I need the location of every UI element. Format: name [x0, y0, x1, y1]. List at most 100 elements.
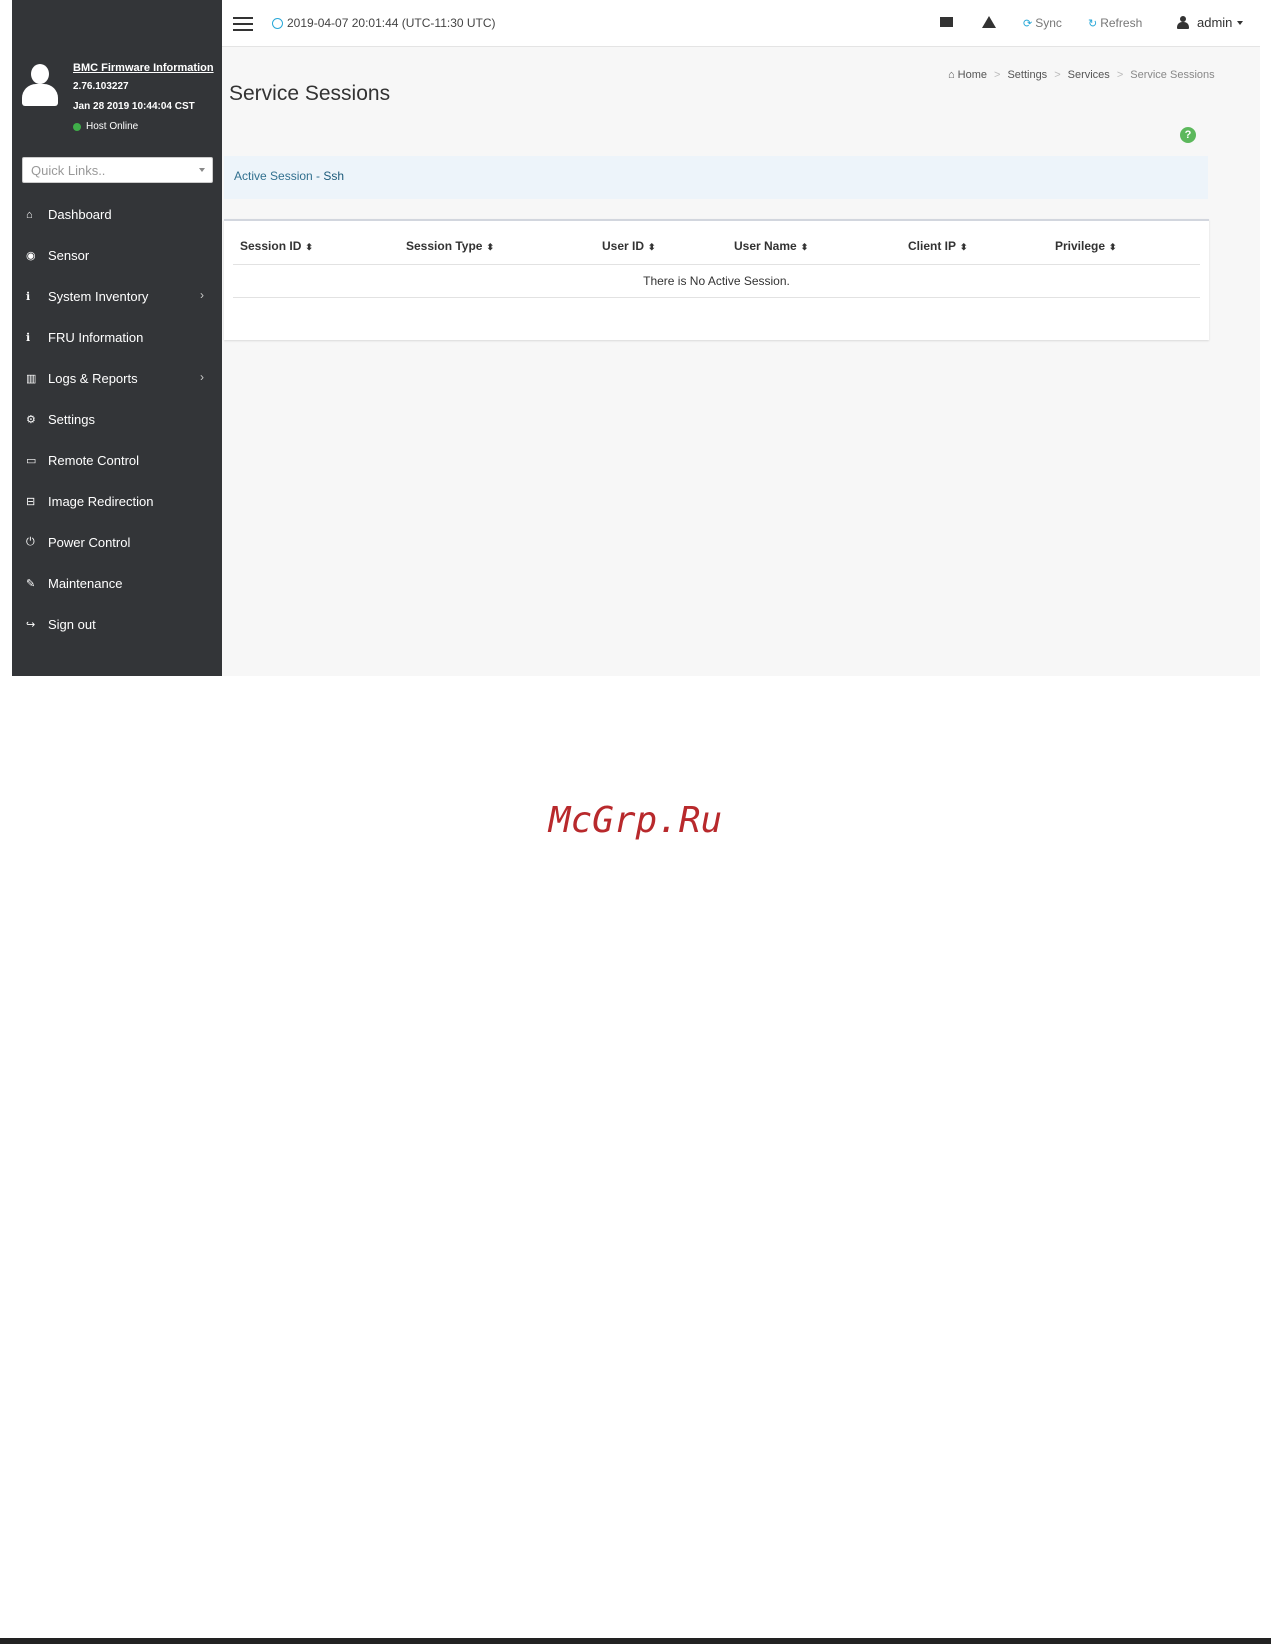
sort-icon: ⬍	[305, 242, 313, 252]
sidebar-item-label: FRU Information	[48, 330, 144, 345]
column-header-label: User ID	[602, 239, 645, 253]
sidebar-item-label: System Inventory	[48, 289, 149, 304]
sidebar-item-logs-reports[interactable]: ▥ Logs & Reports ›	[12, 358, 222, 399]
sidebar-item-sensor[interactable]: ◉ Sensor	[12, 235, 222, 276]
chevron-right-icon: ›	[200, 288, 204, 302]
datetime-text: 2019-04-07 20:01:44 (UTC-11:30 UTC)	[287, 16, 496, 30]
chevron-right-icon: ›	[200, 370, 204, 384]
breadcrumb-separator: >	[1116, 69, 1124, 81]
host-status-label: Host Online	[86, 121, 139, 132]
help-icon[interactable]: ?	[1180, 127, 1196, 143]
table-header: Session ID ⬍ Session Type ⬍ User ID ⬍ User …	[233, 221, 1200, 265]
column-header-client-ip[interactable]: Client IP ⬍	[908, 239, 968, 253]
sort-icon: ⬍	[486, 242, 495, 252]
refresh-icon: ↻	[1088, 17, 1098, 30]
column-header-session-id[interactable]: Session ID ⬍	[240, 239, 313, 253]
user-label: admin	[1197, 15, 1233, 30]
breadcrumb-current: Service Sessions	[1130, 69, 1215, 81]
chevron-down-icon	[199, 168, 205, 172]
quick-links-placeholder: Quick Links..	[31, 163, 106, 178]
status-dot-icon	[73, 122, 81, 131]
sort-icon: ⬍	[1109, 242, 1117, 252]
sidebar-item-power-control[interactable]: ⏻ Power Control	[12, 522, 222, 563]
bottom-border	[0, 1638, 1271, 1644]
breadcrumb-settings[interactable]: Settings	[1007, 69, 1047, 81]
sidebar-item-label: Dashboard	[48, 207, 112, 222]
sidebar-menu: ⌂ Dashboard ◉ Sensor ℹ System Inventory …	[12, 194, 222, 645]
column-header-user-id[interactable]: User ID ⬍	[602, 239, 656, 253]
column-header-label: Privilege	[1055, 239, 1106, 253]
envelope-icon[interactable]	[940, 17, 953, 27]
refresh-button[interactable]: ↻ Refresh	[1088, 16, 1142, 30]
sidebar-item-fru-information[interactable]: ℹ FRU Information	[12, 317, 222, 358]
power-icon: ⏻	[26, 536, 35, 548]
datetime-display: 2019-04-07 20:01:44 (UTC-11:30 UTC)	[272, 16, 496, 30]
info-icon: ℹ	[26, 332, 31, 344]
firmware-info: BMC Firmware Information 2.76.103227 Jan…	[12, 56, 222, 146]
top-bar: 2019-04-07 20:01:44 (UTC-11:30 UTC) ⟳ Sy…	[222, 0, 1260, 47]
column-header-label: Session ID	[240, 239, 302, 253]
home-icon: ⌂	[948, 69, 955, 81]
sidebar-item-label: Sign out	[48, 617, 96, 632]
sort-icon: ⬍	[800, 242, 809, 252]
breadcrumb-separator: >	[994, 69, 1001, 81]
sessions-table: Session ID ⬍ Session Type ⬍ User ID ⬍ User …	[224, 219, 1209, 340]
column-header-user-name[interactable]: User Name ⬍	[734, 239, 808, 253]
clock-icon	[272, 17, 283, 29]
sidebar-item-label: Power Control	[48, 535, 131, 550]
hamburger-menu-icon[interactable]	[233, 17, 253, 31]
sort-icon: ⬍	[648, 242, 656, 252]
watermark: McGrp.Ru	[548, 800, 723, 841]
host-status: Host Online	[73, 121, 138, 132]
sidebar-item-label: Settings	[48, 412, 95, 427]
caret-down-icon	[1237, 20, 1244, 25]
active-session-alert: Active Session - Ssh	[224, 156, 1208, 199]
column-header-label: Session Type	[406, 239, 483, 253]
warning-icon[interactable]	[982, 16, 996, 28]
breadcrumb-home[interactable]: Home	[958, 69, 987, 81]
alert-prefix: Active Session -	[234, 169, 324, 183]
refresh-label: Refresh	[1100, 16, 1143, 30]
breadcrumb-services[interactable]: Services	[1068, 69, 1110, 81]
sidebar-item-remote-control[interactable]: ▭ Remote Control	[12, 440, 222, 481]
sidebar-item-label: Remote Control	[48, 453, 140, 468]
sync-label: Sync	[1035, 16, 1062, 30]
sidebar-item-image-redirection[interactable]: ⊟ Image Redirection	[12, 481, 222, 522]
home-icon: ⌂	[26, 208, 33, 221]
column-header-label: User Name	[734, 239, 797, 253]
sidebar-item-dashboard[interactable]: ⌂ Dashboard	[12, 194, 222, 235]
tachometer-icon: ◉	[26, 250, 36, 262]
quick-links-select[interactable]: Quick Links..	[22, 157, 213, 183]
sort-icon: ⬍	[960, 242, 968, 252]
page-title: Service Sessions	[229, 82, 391, 105]
bar-chart-icon: ▥	[26, 373, 37, 385]
column-header-privilege[interactable]: Privilege ⬍	[1055, 239, 1117, 253]
sidebar-item-label: Image Redirection	[48, 494, 154, 509]
info-icon: ℹ	[26, 291, 31, 303]
sidebar-item-label: Logs & Reports	[48, 371, 138, 386]
firmware-info-link[interactable]: BMC Firmware Information	[73, 62, 214, 74]
table-empty-row: There is No Active Session.	[233, 265, 1200, 298]
breadcrumb: ⌂ Home > Settings > Services > Service S…	[948, 69, 1215, 81]
sign-out-icon: ↪	[26, 619, 36, 631]
gear-icon: ⚙	[26, 414, 36, 426]
sidebar-item-label: Sensor	[48, 248, 90, 263]
sidebar-item-settings[interactable]: ⚙ Settings	[12, 399, 222, 440]
sidebar-item-label: Maintenance	[48, 576, 123, 591]
firmware-date: Jan 28 2019 10:44:04 CST	[73, 101, 195, 112]
column-header-label: Client IP	[908, 239, 957, 253]
wrench-icon: ✎	[26, 578, 36, 590]
breadcrumb-separator: >	[1054, 69, 1061, 81]
user-avatar-icon	[22, 64, 58, 106]
alert-session-name: Ssh	[323, 169, 345, 183]
sync-icon: ⟳	[1023, 17, 1033, 30]
user-menu-button[interactable]: admin	[1177, 15, 1244, 30]
sidebar-item-system-inventory[interactable]: ℹ System Inventory ›	[12, 276, 222, 317]
column-header-session-type[interactable]: Session Type ⬍	[406, 239, 494, 253]
sidebar: BMC Firmware Information 2.76.103227 Jan…	[12, 0, 222, 676]
sidebar-item-sign-out[interactable]: ↪ Sign out	[12, 604, 222, 645]
drive-icon: ⊟	[26, 496, 36, 508]
sidebar-item-maintenance[interactable]: ✎ Maintenance	[12, 563, 222, 604]
monitor-icon: ▭	[26, 455, 37, 467]
sync-button[interactable]: ⟳ Sync	[1023, 16, 1062, 30]
